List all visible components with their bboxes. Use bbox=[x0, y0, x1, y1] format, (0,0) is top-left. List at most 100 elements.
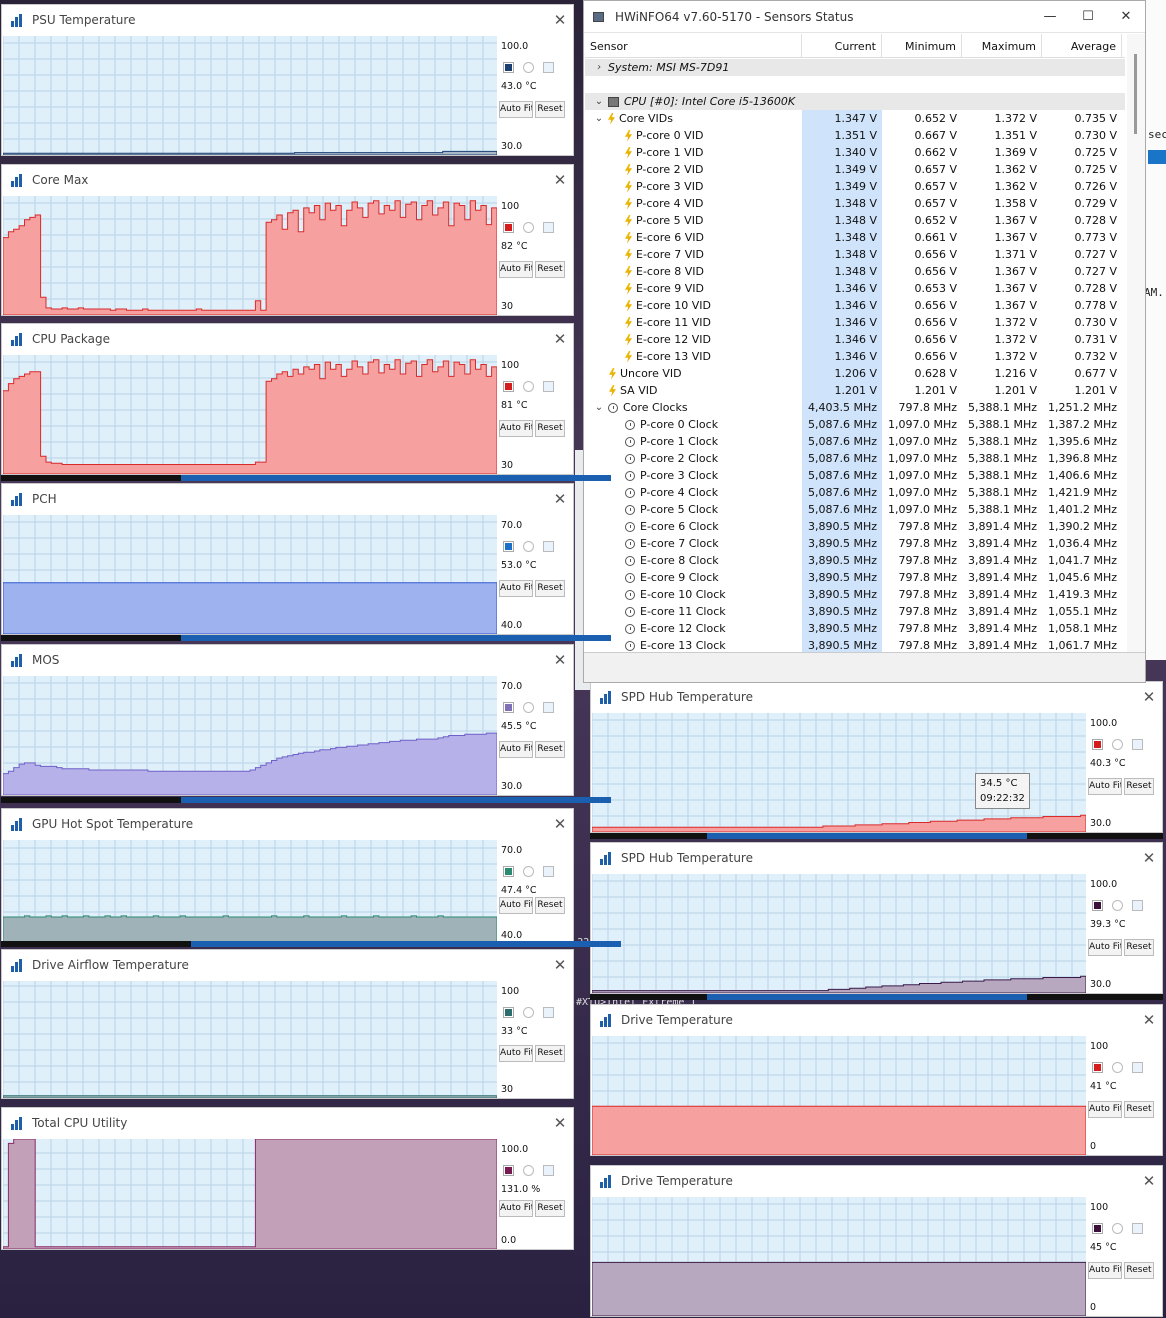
style-toggle[interactable] bbox=[1112, 1062, 1123, 1073]
close-icon[interactable]: ✕ bbox=[547, 651, 573, 669]
sensor-row[interactable]: P-core 1 Clock 5,087.6 MHz 1,097.0 MHz 5… bbox=[585, 433, 1125, 450]
reset-button[interactable]: Reset bbox=[1124, 778, 1154, 795]
color-swatch[interactable] bbox=[1092, 900, 1103, 911]
checkbox[interactable] bbox=[1132, 1062, 1143, 1073]
col-minimum[interactable]: Minimum bbox=[882, 34, 962, 57]
reset-button[interactable]: Reset bbox=[535, 261, 565, 278]
sensor-row[interactable]: E-core 9 Clock 3,890.5 MHz 797.8 MHz 3,8… bbox=[585, 569, 1125, 586]
sensor-group-row[interactable]: ⌄ CPU [#0]: Intel Core i5-13600K bbox=[585, 93, 1125, 110]
sensor-row[interactable]: E-core 11 Clock 3,890.5 MHz 797.8 MHz 3,… bbox=[585, 603, 1125, 620]
graph-title-bar[interactable]: SPD Hub Temperature ✕ bbox=[591, 682, 1162, 712]
close-icon[interactable]: ✕ bbox=[1136, 1172, 1162, 1190]
sensor-row[interactable]: E-core 6 VID 1.348 V 0.661 V 1.367 V 0.7… bbox=[585, 229, 1125, 246]
graph-window-drive1[interactable]: Drive Temperature ✕ 100 41 °C Auto Fit R… bbox=[590, 1004, 1163, 1156]
graph-scrollbar[interactable] bbox=[1, 797, 611, 803]
sensor-row[interactable]: P-core 4 Clock 5,087.6 MHz 1,097.0 MHz 5… bbox=[585, 484, 1125, 501]
color-swatch[interactable] bbox=[1092, 739, 1103, 750]
scroll-thumb[interactable] bbox=[181, 797, 611, 803]
scroll-thumb[interactable] bbox=[1134, 54, 1137, 134]
reset-button[interactable]: Reset bbox=[535, 420, 565, 437]
vertical-scrollbar[interactable] bbox=[1127, 34, 1145, 654]
blank-row[interactable] bbox=[585, 76, 1125, 93]
sensor-row[interactable]: P-core 0 VID 1.351 V 0.667 V 1.351 V 0.7… bbox=[585, 127, 1125, 144]
graph-window-spd1[interactable]: SPD Hub Temperature ✕ 100.0 40.3 °C Auto… bbox=[590, 681, 1163, 833]
style-toggle[interactable] bbox=[523, 702, 534, 713]
style-toggle[interactable] bbox=[523, 62, 534, 73]
graph-title-bar[interactable]: MOS ✕ bbox=[2, 645, 573, 675]
scroll-thumb[interactable] bbox=[181, 635, 611, 641]
col-maximum[interactable]: Maximum bbox=[962, 34, 1042, 57]
sensor-row[interactable]: E-core 12 VID 1.346 V 0.656 V 1.372 V 0.… bbox=[585, 331, 1125, 348]
column-header[interactable]: Sensor Current Minimum Maximum Average bbox=[585, 34, 1125, 58]
close-icon[interactable]: ✕ bbox=[547, 171, 573, 189]
style-toggle[interactable] bbox=[1112, 900, 1123, 911]
sensor-row[interactable]: P-core 2 Clock 5,087.6 MHz 1,097.0 MHz 5… bbox=[585, 450, 1125, 467]
graph-title-bar[interactable]: Drive Airflow Temperature ✕ bbox=[2, 950, 573, 980]
style-toggle[interactable] bbox=[523, 381, 534, 392]
auto-fit-button[interactable]: Auto Fit bbox=[499, 101, 533, 118]
graph-window-drive2[interactable]: Drive Temperature ✕ 100 45 °C Auto Fit R… bbox=[590, 1165, 1163, 1317]
maximize-icon[interactable]: ☐ bbox=[1069, 9, 1107, 24]
close-icon[interactable]: ✕ bbox=[1136, 688, 1162, 706]
auto-fit-button[interactable]: Auto Fit bbox=[499, 580, 533, 597]
title-bar[interactable]: HWiNFO64 v7.60-5170 - Sensors Status — ☐… bbox=[584, 1, 1145, 33]
sensor-group-row[interactable]: › System: MSI MS-7D91 bbox=[585, 59, 1125, 76]
style-toggle[interactable] bbox=[523, 1165, 534, 1176]
chevron-down-icon[interactable]: ⌄ bbox=[593, 93, 605, 110]
graph-title-bar[interactable]: Total CPU Utility ✕ bbox=[2, 1108, 573, 1138]
checkbox[interactable] bbox=[1132, 1223, 1143, 1234]
sensor-row[interactable]: E-core 8 Clock 3,890.5 MHz 797.8 MHz 3,8… bbox=[585, 552, 1125, 569]
close-icon[interactable]: ✕ bbox=[547, 956, 573, 974]
chevron-right-icon[interactable]: › bbox=[593, 59, 605, 76]
close-icon[interactable]: ✕ bbox=[1136, 849, 1162, 867]
scroll-thumb[interactable] bbox=[707, 833, 1027, 839]
graph-scrollbar[interactable] bbox=[1, 941, 621, 947]
color-swatch[interactable] bbox=[503, 381, 514, 392]
sensor-row[interactable]: P-core 2 VID 1.349 V 0.657 V 1.362 V 0.7… bbox=[585, 161, 1125, 178]
graph-scrollbar[interactable] bbox=[590, 994, 1163, 1000]
style-toggle[interactable] bbox=[523, 541, 534, 552]
sensor-row[interactable]: E-core 7 Clock 3,890.5 MHz 797.8 MHz 3,8… bbox=[585, 535, 1125, 552]
graph-window-coremax[interactable]: Core Max ✕ 100 82 °C Auto Fit Reset 30 bbox=[1, 164, 574, 316]
graph-title-bar[interactable]: PCH ✕ bbox=[2, 484, 573, 514]
sensor-row[interactable]: ⌄ Core Clocks 4,403.5 MHz 797.8 MHz 5,388… bbox=[585, 399, 1125, 416]
reset-button[interactable]: Reset bbox=[1124, 1101, 1154, 1118]
checkbox[interactable] bbox=[543, 381, 554, 392]
sensor-row[interactable]: E-core 10 VID 1.346 V 0.656 V 1.367 V 0.… bbox=[585, 297, 1125, 314]
close-icon[interactable]: ✕ bbox=[1136, 1011, 1162, 1029]
sensor-row[interactable]: E-core 10 Clock 3,890.5 MHz 797.8 MHz 3,… bbox=[585, 586, 1125, 603]
auto-fit-button[interactable]: Auto Fit bbox=[499, 897, 533, 914]
checkbox[interactable] bbox=[543, 866, 554, 877]
graph-title-bar[interactable]: SPD Hub Temperature ✕ bbox=[591, 843, 1162, 873]
reset-button[interactable]: Reset bbox=[535, 1045, 565, 1062]
reset-button[interactable]: Reset bbox=[535, 101, 565, 118]
auto-fit-button[interactable]: Auto Fit bbox=[499, 1045, 533, 1062]
sensor-list[interactable]: › System: MSI MS-7D91 ⌄ CPU [#0]: Intel Cor… bbox=[585, 59, 1125, 654]
graph-window-gpuhot[interactable]: GPU Hot Spot Temperature ✕ 70.0 47.4 °C … bbox=[1, 808, 574, 945]
style-toggle[interactable] bbox=[523, 222, 534, 233]
checkbox[interactable] bbox=[543, 702, 554, 713]
checkbox[interactable] bbox=[543, 222, 554, 233]
color-swatch[interactable] bbox=[503, 866, 514, 877]
sensor-row[interactable]: E-core 9 VID 1.346 V 0.653 V 1.367 V 0.7… bbox=[585, 280, 1125, 297]
col-average[interactable]: Average bbox=[1042, 34, 1122, 57]
sensor-row[interactable]: E-core 12 Clock 3,890.5 MHz 797.8 MHz 3,… bbox=[585, 620, 1125, 637]
color-swatch[interactable] bbox=[503, 702, 514, 713]
color-swatch[interactable] bbox=[503, 541, 514, 552]
auto-fit-button[interactable]: Auto Fit bbox=[1088, 1101, 1122, 1118]
scroll-thumb[interactable] bbox=[181, 475, 611, 481]
auto-fit-button[interactable]: Auto Fit bbox=[499, 1200, 533, 1217]
close-icon[interactable]: ✕ bbox=[547, 815, 573, 833]
reset-button[interactable]: Reset bbox=[1124, 939, 1154, 956]
reset-button[interactable]: Reset bbox=[535, 741, 565, 758]
sensor-row[interactable]: P-core 4 VID 1.348 V 0.657 V 1.358 V 0.7… bbox=[585, 195, 1125, 212]
reset-button[interactable]: Reset bbox=[1124, 1262, 1154, 1279]
auto-fit-button[interactable]: Auto Fit bbox=[1088, 1262, 1122, 1279]
close-icon[interactable]: ✕ bbox=[547, 1114, 573, 1132]
sensor-row[interactable]: E-core 13 VID 1.346 V 0.656 V 1.372 V 0.… bbox=[585, 348, 1125, 365]
sensor-row[interactable]: E-core 8 VID 1.348 V 0.656 V 1.367 V 0.7… bbox=[585, 263, 1125, 280]
close-icon[interactable]: ✕ bbox=[547, 490, 573, 508]
graph-window-pch[interactable]: PCH ✕ 70.0 53.0 °C Auto Fit Reset 40.0 bbox=[1, 483, 574, 635]
chevron-down-icon[interactable]: ⌄ bbox=[593, 110, 605, 127]
auto-fit-button[interactable]: Auto Fit bbox=[499, 420, 533, 437]
